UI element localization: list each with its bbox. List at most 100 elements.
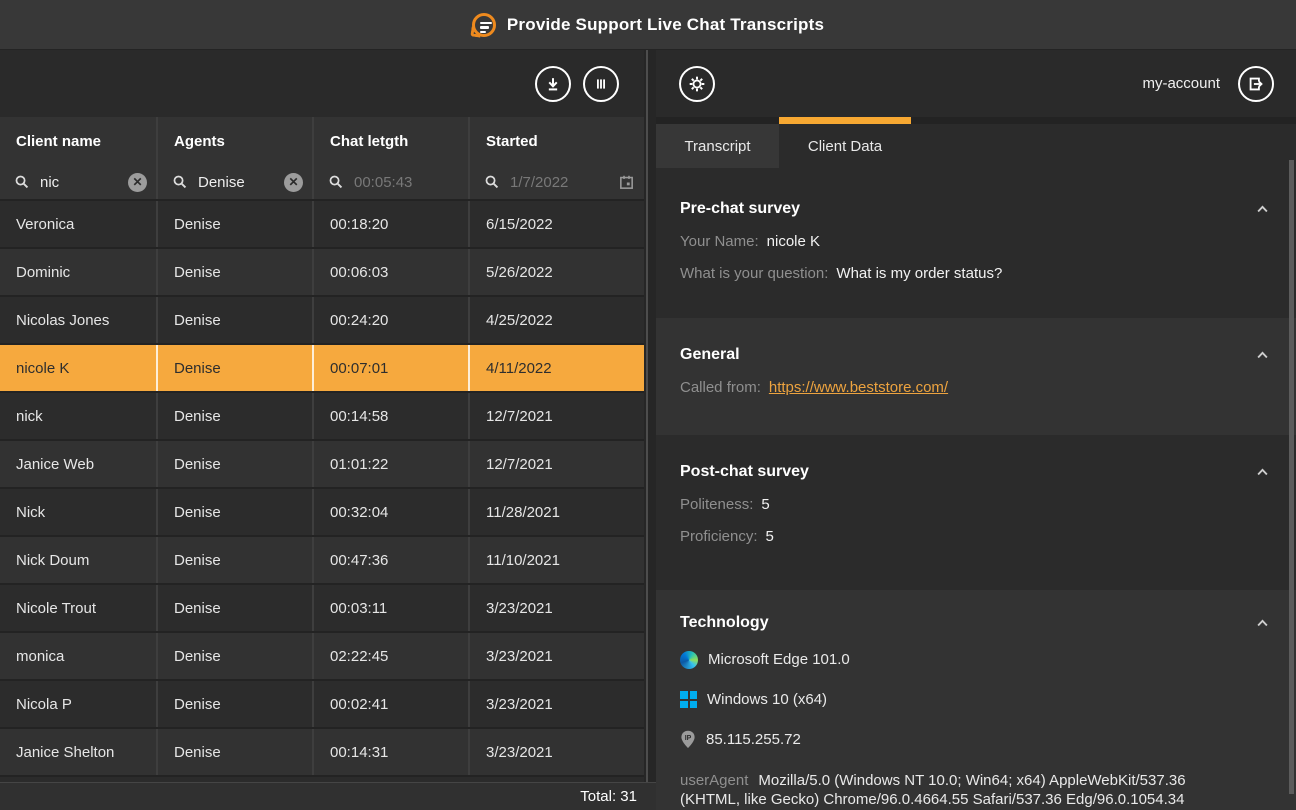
field-label: Your Name: [680,233,759,250]
browser-value: Microsoft Edge 101.0 [708,651,850,668]
table-row[interactable]: Janice WebDenise01:01:2212/7/2021 [0,441,644,489]
ip-pin-icon: IP [680,730,696,749]
cell-client-name: Janice Shelton [0,729,156,775]
user-agent-row: userAgentMozilla/5.0 (Windows NT 10.0; W… [680,771,1214,809]
cell-agent: Denise [156,585,312,631]
tab-label: Client Data [779,124,911,168]
column-header-client-name[interactable]: Client name [0,117,156,165]
field-label: Called from: [680,379,761,396]
section-title: Technology [680,614,769,632]
cell-started: 4/25/2022 [468,297,644,343]
cell-agent: Denise [156,729,312,775]
cell-client-name: Janice Web [0,441,156,487]
table-row[interactable]: monicaDenise02:22:453/23/2021 [0,633,644,681]
settings-button[interactable] [679,66,715,102]
panel-divider [644,50,656,810]
filter-cell-started [468,165,644,199]
table-row[interactable]: Janice SheltonDenise00:14:313/23/2021 [0,729,644,777]
user-agent-label: userAgent [680,772,748,789]
app-title: Provide Support Live Chat Transcripts [507,15,824,35]
cell-client-name: Nicole Trout [0,585,156,631]
table-row[interactable]: VeronicaDenise00:18:206/15/2022 [0,201,644,249]
logout-button[interactable] [1238,66,1274,102]
table-row[interactable]: Nicole TroutDenise00:03:113/23/2021 [0,585,644,633]
client-name-filter-input[interactable] [38,173,120,192]
field-politeness: Politeness: 5 [680,496,1272,513]
collapse-section-button[interactable] [1253,201,1272,217]
section-general: General Called from: https://www.beststo… [656,318,1296,435]
cell-started: 12/7/2021 [468,393,644,439]
table-row[interactable]: Nick DoumDenise00:47:3611/10/2021 [0,537,644,585]
called-from-link[interactable]: https://www.beststore.com/ [769,379,948,396]
columns-icon [591,74,611,94]
user-agent-value: Mozilla/5.0 (Windows NT 10.0; Win64; x64… [680,772,1186,808]
ip-value: 85.115.255.72 [706,731,801,748]
account-label: my-account [1142,75,1220,92]
cell-agent: Denise [156,489,312,535]
active-tab-indicator [779,117,911,124]
table-row[interactable]: nickDenise00:14:5812/7/2021 [0,393,644,441]
download-button[interactable] [535,66,571,102]
cell-started: 3/23/2021 [468,585,644,631]
cell-started: 5/26/2022 [468,249,644,295]
calendar-icon[interactable] [618,174,635,191]
columns-button[interactable] [583,66,619,102]
section-title: Post-chat survey [680,463,809,481]
provide-support-logo-icon [472,13,496,37]
cell-agent: Denise [156,249,312,295]
table-row[interactable]: nicole KDenise00:07:014/11/2022 [0,345,644,393]
search-icon [172,174,188,190]
search-icon [14,174,30,190]
cell-client-name: Dominic [0,249,156,295]
section-pre-chat-survey: Pre-chat survey Your Name: nicole K What… [656,168,1296,318]
clear-filter-icon[interactable]: ✕ [128,173,147,192]
cell-agent: Denise [156,345,312,391]
field-value: What is my order status? [836,265,1002,282]
cell-agent: Denise [156,393,312,439]
started-filter-input[interactable] [508,173,610,192]
table-filter-row: ✕ ✕ [0,165,644,201]
cell-agent: Denise [156,201,312,247]
tab-transcript[interactable]: Transcript [656,117,779,168]
svg-text:IP: IP [685,735,692,742]
transcripts-toolbar [0,50,644,117]
tab-bar: TranscriptClient Data [656,117,1296,168]
vertical-scrollbar[interactable] [1289,160,1294,794]
clear-filter-icon[interactable]: ✕ [284,173,303,192]
app-header: Provide Support Live Chat Transcripts [0,0,1296,50]
cell-agent: Denise [156,633,312,679]
table-row[interactable]: Nicolas JonesDenise00:24:204/25/2022 [0,297,644,345]
column-header-chat-length[interactable]: Chat letgth [312,117,468,165]
table-row[interactable]: DominicDenise00:06:035/26/2022 [0,249,644,297]
tab-client-data[interactable]: Client Data [779,117,911,168]
logout-icon [1246,74,1266,94]
chevron-up-icon [1255,617,1270,629]
column-header-started[interactable]: Started [468,117,644,165]
cell-chat-length: 00:03:11 [312,585,468,631]
cell-started: 3/23/2021 [468,729,644,775]
agents-filter-input[interactable] [196,173,276,192]
collapse-section-button[interactable] [1253,464,1272,480]
cell-chat-length: 00:02:41 [312,681,468,727]
field-value: nicole K [767,233,820,250]
cell-client-name: Nick Doum [0,537,156,583]
collapse-section-button[interactable] [1253,615,1272,631]
table-row[interactable]: NickDenise00:32:0411/28/2021 [0,489,644,537]
field-label: Politeness: [680,496,753,513]
os-value: Windows 10 (x64) [707,691,827,708]
field-label: What is your question: [680,265,828,282]
column-header-agents[interactable]: Agents [156,117,312,165]
cell-chat-length: 00:14:31 [312,729,468,775]
section-title: General [680,346,740,364]
chat-length-filter-input[interactable] [352,173,459,192]
detail-toolbar: my-account [656,50,1296,117]
table-row[interactable]: Nicola PDenise00:02:413/23/2021 [0,681,644,729]
cell-agent: Denise [156,681,312,727]
cell-chat-length: 00:07:01 [312,345,468,391]
total-count: Total: 31 [580,788,637,805]
cell-client-name: Nicolas Jones [0,297,156,343]
cell-client-name: Nicola P [0,681,156,727]
cell-agent: Denise [156,441,312,487]
cell-client-name: monica [0,633,156,679]
collapse-section-button[interactable] [1253,347,1272,363]
